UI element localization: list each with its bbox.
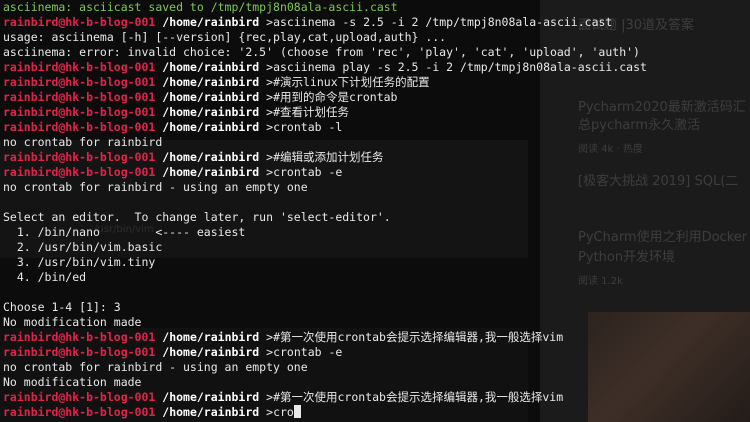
command-text: #第一次使用crontab会提示选择编辑器,我一般选择vim bbox=[273, 330, 564, 344]
terminal-cursor[interactable] bbox=[293, 405, 301, 418]
terminal-output-line: no crontab for rainbird bbox=[3, 135, 647, 150]
prompt-user-host: rainbird@hk-b-blog-001 bbox=[3, 405, 156, 419]
command-text: cro bbox=[273, 405, 294, 419]
prompt-path: /home/rainbird bbox=[162, 345, 260, 359]
command-text: asciinema play -s 2.5 -i 2 /tmp/tmpj8n08… bbox=[273, 60, 647, 74]
prompt-path: /home/rainbird bbox=[162, 165, 260, 179]
terminal-output-line: 4. /bin/ed bbox=[3, 270, 647, 285]
terminal-prompt-line: rainbird@hk-b-blog-001 /home/rainbird >c… bbox=[3, 405, 647, 420]
command-text: #第一次使用crontab会提示选择编辑器,我一般选择vim bbox=[273, 390, 564, 404]
terminal-prompt-line: rainbird@hk-b-blog-001 /home/rainbird >c… bbox=[3, 345, 647, 360]
terminal-output-line: usage: asciinema [-h] [--version] {rec,p… bbox=[3, 30, 647, 45]
output-text: 1. /bin/nano <---- easiest bbox=[3, 225, 246, 239]
terminal-output-line: asciinema: error: invalid choice: '2.5' … bbox=[3, 45, 647, 60]
output-text: Select an editor. To change later, run '… bbox=[3, 210, 391, 224]
command-text: #查看计划任务 bbox=[273, 105, 350, 119]
output-text: asciinema: asciicast saved to /tmp/tmpj8… bbox=[3, 0, 398, 14]
command-text: asciinema -s 2.5 -i 2 /tmp/tmpj8n08ala-a… bbox=[273, 15, 613, 29]
prompt-path: /home/rainbird bbox=[162, 330, 260, 344]
prompt-user-host: rainbird@hk-b-blog-001 bbox=[3, 390, 156, 404]
terminal-output-line: no crontab for rainbird - using an empty… bbox=[3, 360, 647, 375]
terminal-prompt-line: rainbird@hk-b-blog-001 /home/rainbird >#… bbox=[3, 105, 647, 120]
output-text: usage: asciinema [-h] [--version] {rec,p… bbox=[3, 30, 447, 44]
command-text: crontab -e bbox=[273, 165, 343, 179]
command-text: #编辑或添加计划任务 bbox=[273, 150, 384, 164]
command-text: #演示linux下计划任务的配置 bbox=[273, 75, 430, 89]
output-text: Choose 1-4 [1]: 3 bbox=[3, 300, 121, 314]
output-text: 4. /bin/ed bbox=[3, 270, 87, 284]
prompt-user-host: rainbird@hk-b-blog-001 bbox=[3, 150, 156, 164]
output-text: no crontab for rainbird - using an empty… bbox=[3, 180, 308, 194]
terminal-prompt-line: rainbird@hk-b-blog-001 /home/rainbird >c… bbox=[3, 165, 647, 180]
terminal-output-line: 1. /bin/nano <---- easiest bbox=[3, 225, 647, 240]
terminal-prompt-line: rainbird@hk-b-blog-001 /home/rainbird >#… bbox=[3, 90, 647, 105]
terminal-prompt-line: rainbird@hk-b-blog-001 /home/rainbird >#… bbox=[3, 150, 647, 165]
terminal-output-line: no crontab for rainbird - using an empty… bbox=[3, 180, 647, 195]
prompt-user-host: rainbird@hk-b-blog-001 bbox=[3, 120, 156, 134]
output-text: 2. /usr/bin/vim.basic bbox=[3, 240, 163, 254]
prompt-user-host: rainbird@hk-b-blog-001 bbox=[3, 165, 156, 179]
prompt-user-host: rainbird@hk-b-blog-001 bbox=[3, 345, 156, 359]
prompt-path: /home/rainbird bbox=[162, 105, 260, 119]
terminal-output-line: Choose 1-4 [1]: 3 bbox=[3, 300, 647, 315]
terminal-prompt-line: rainbird@hk-b-blog-001 /home/rainbird >a… bbox=[3, 60, 647, 75]
prompt-user-host: rainbird@hk-b-blog-001 bbox=[3, 15, 156, 29]
prompt-user-host: rainbird@hk-b-blog-001 bbox=[3, 105, 156, 119]
prompt-path: /home/rainbird bbox=[162, 75, 260, 89]
terminal-prompt-line: rainbird@hk-b-blog-001 /home/rainbird >c… bbox=[3, 120, 647, 135]
output-text: asciinema: error: invalid choice: '2.5' … bbox=[3, 45, 640, 59]
command-text: crontab -l bbox=[273, 120, 343, 134]
terminal-prompt-line: rainbird@hk-b-blog-001 /home/rainbird >#… bbox=[3, 75, 647, 90]
prompt-path: /home/rainbird bbox=[162, 390, 260, 404]
command-text: crontab -e bbox=[273, 345, 343, 359]
output-text: No modification made bbox=[3, 375, 142, 389]
terminal-output-line: Select an editor. To change later, run '… bbox=[3, 210, 647, 225]
terminal-prompt-line: rainbird@hk-b-blog-001 /home/rainbird >a… bbox=[3, 15, 647, 30]
output-text: 3. /usr/bin/vim.tiny bbox=[3, 255, 156, 269]
prompt-user-host: rainbird@hk-b-blog-001 bbox=[3, 330, 156, 344]
terminal-output-line: 3. /usr/bin/vim.tiny bbox=[3, 255, 647, 270]
prompt-path: /home/rainbird bbox=[162, 120, 260, 134]
prompt-path: /home/rainbird bbox=[162, 60, 260, 74]
terminal-output[interactable]: asciinema: asciicast saved to /tmp/tmpj8… bbox=[3, 0, 647, 420]
prompt-user-host: rainbird@hk-b-blog-001 bbox=[3, 75, 156, 89]
prompt-path: /home/rainbird bbox=[162, 150, 260, 164]
terminal-prompt-line: rainbird@hk-b-blog-001 /home/rainbird >#… bbox=[3, 330, 647, 345]
prompt-path: /home/rainbird bbox=[162, 90, 260, 104]
prompt-user-host: rainbird@hk-b-blog-001 bbox=[3, 60, 156, 74]
command-text: #用到的命令是crontab bbox=[273, 90, 398, 104]
output-text: no crontab for rainbird bbox=[3, 135, 163, 149]
terminal-prompt-line: rainbird@hk-b-blog-001 /home/rainbird >#… bbox=[3, 390, 647, 405]
prompt-path: /home/rainbird bbox=[162, 15, 260, 29]
prompt-path: /home/rainbird bbox=[162, 405, 260, 419]
terminal-output-line: No modification made bbox=[3, 375, 647, 390]
terminal-output-line: No modification made bbox=[3, 315, 647, 330]
terminal-notice-line: asciinema: asciicast saved to /tmp/tmpj8… bbox=[3, 0, 647, 15]
terminal-output-line: 2. /usr/bin/vim.basic bbox=[3, 240, 647, 255]
output-text: No modification made bbox=[3, 315, 142, 329]
output-text: no crontab for rainbird - using an empty… bbox=[3, 360, 308, 374]
prompt-user-host: rainbird@hk-b-blog-001 bbox=[3, 90, 156, 104]
